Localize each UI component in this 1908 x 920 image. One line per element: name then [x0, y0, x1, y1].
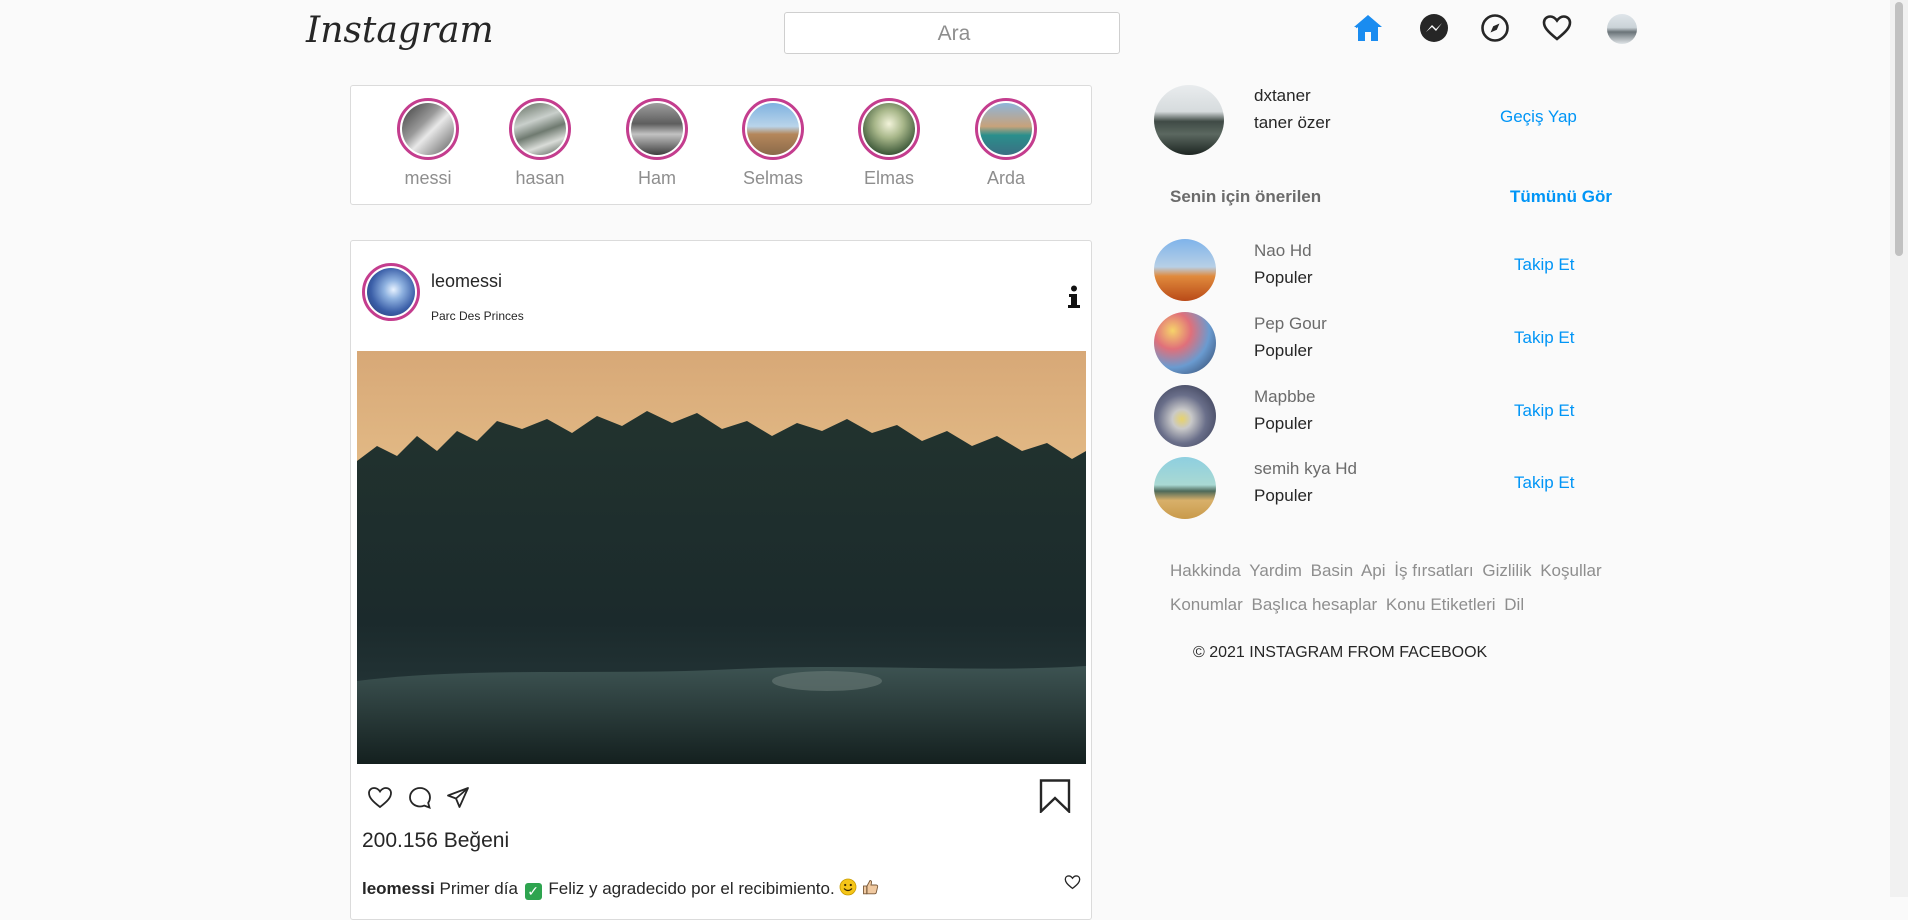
- explore-compass-icon[interactable]: [1479, 12, 1511, 44]
- footer-link-about[interactable]: Hakkinda: [1170, 561, 1241, 580]
- suggestion-subtitle: Populer: [1254, 341, 1313, 360]
- footer-link-privacy[interactable]: Gizlilik: [1482, 561, 1531, 580]
- follow-button[interactable]: Takip Et: [1514, 473, 1574, 493]
- footer-link-press[interactable]: Basin: [1311, 561, 1354, 580]
- suggestion-username[interactable]: semih kya Hd: [1254, 459, 1357, 479]
- footer-link-top-accounts[interactable]: Başlıca hesaplar: [1252, 595, 1378, 614]
- story-item[interactable]: Elmas: [849, 98, 929, 189]
- footer-links: Hakkinda Yardim Basin Api İş fırsatları …: [1170, 554, 1620, 622]
- suggestion-item: Pep Gour Populer Takip Et: [1154, 312, 1634, 376]
- story-name: Selmas: [742, 168, 804, 188]
- suggestion-username[interactable]: Mapbbe: [1254, 387, 1315, 407]
- story-item[interactable]: Arda: [966, 98, 1046, 189]
- footer-link-terms[interactable]: Koşullar: [1540, 561, 1601, 580]
- current-username[interactable]: dxtaner: [1254, 86, 1311, 106]
- story-name: messi: [404, 168, 452, 188]
- home-icon[interactable]: [1352, 12, 1384, 44]
- story-item[interactable]: hasan: [500, 98, 580, 189]
- story-avatar: [631, 103, 683, 155]
- footer-link-help[interactable]: Yardim: [1249, 561, 1302, 580]
- story-avatar: [747, 103, 799, 155]
- story-name: Ham: [637, 168, 676, 188]
- suggestions-title: Senin için önerilen: [1170, 187, 1322, 206]
- info-icon[interactable]: [1067, 285, 1081, 309]
- footer-link-api[interactable]: Api: [1361, 561, 1386, 580]
- post-image[interactable]: [357, 351, 1086, 764]
- suggestion-username[interactable]: Nao Hd: [1254, 241, 1312, 261]
- check-mark-icon: ✓: [524, 883, 542, 900]
- footer-link-language[interactable]: Dil: [1504, 595, 1524, 614]
- suggestion-avatar[interactable]: [1154, 385, 1216, 447]
- story-name: Arda: [986, 168, 1026, 188]
- suggestion-item: semih kya Hd Populer Takip Et: [1154, 457, 1634, 521]
- search-input[interactable]: [785, 13, 1123, 55]
- suggestion-item: Mapbbe Populer Takip Et: [1154, 385, 1634, 449]
- footer-link-locations[interactable]: Konumlar: [1170, 595, 1243, 614]
- share-send-icon[interactable]: [445, 785, 471, 811]
- story-avatar: [980, 103, 1032, 155]
- story-avatar: [402, 103, 454, 155]
- profile-avatar-icon[interactable]: [1607, 14, 1637, 44]
- activity-heart-icon[interactable]: [1541, 12, 1573, 44]
- top-navbar: Instagram: [0, 0, 1890, 66]
- like-heart-icon[interactable]: [367, 785, 393, 811]
- caption-text-2: Feliz y agradecido por el recibimiento.: [548, 879, 835, 898]
- current-user-avatar[interactable]: [1154, 85, 1224, 155]
- suggestion-item: Nao Hd Populer Takip Et: [1154, 239, 1634, 303]
- post-location[interactable]: Parc Des Princes: [431, 309, 524, 323]
- caption-like-heart-icon[interactable]: [1064, 874, 1081, 891]
- comment-bubble-icon[interactable]: [407, 785, 433, 811]
- post-author-avatar[interactable]: [362, 263, 420, 321]
- see-all-link[interactable]: Tümünü Gör: [1510, 187, 1612, 207]
- story-name: hasan: [515, 168, 565, 188]
- stories-tray: messi hasan Ham Selmas Elmas Arda: [350, 85, 1092, 205]
- suggestion-subtitle: Populer: [1254, 486, 1313, 505]
- messenger-icon[interactable]: [1418, 12, 1450, 44]
- follow-button[interactable]: Takip Et: [1514, 401, 1574, 421]
- suggestion-subtitle: Populer: [1254, 268, 1313, 287]
- suggestion-avatar[interactable]: [1154, 239, 1216, 301]
- story-item[interactable]: messi: [388, 98, 468, 189]
- caption-username[interactable]: leomessi: [362, 879, 435, 898]
- feed-post: leomessi Parc Des Princes 200.156 Beğeni…: [350, 240, 1092, 920]
- suggestion-username[interactable]: Pep Gour: [1254, 314, 1327, 334]
- likes-count: 200.156 Beğeni: [362, 829, 510, 852]
- copyright-text: © 2021 INSTAGRAM FROM FACEBOOK: [1193, 644, 1488, 661]
- thumbs-up-emoji-icon: [862, 878, 880, 901]
- follow-button[interactable]: Takip Et: [1514, 255, 1574, 275]
- story-item[interactable]: Selmas: [733, 98, 813, 189]
- search-box[interactable]: [784, 12, 1123, 55]
- suggestion-avatar[interactable]: [1154, 312, 1216, 374]
- caption-text-1: Primer día: [439, 879, 518, 898]
- post-caption: leomessi Primer día ✓ Feliz y agradecido…: [362, 878, 880, 901]
- follow-button[interactable]: Takip Et: [1514, 328, 1574, 348]
- save-bookmark-icon[interactable]: [1039, 779, 1071, 815]
- post-username[interactable]: leomessi: [431, 271, 502, 292]
- instagram-logo[interactable]: Instagram: [306, 10, 494, 51]
- smiley-emoji-icon: [839, 878, 857, 901]
- footer-link-jobs[interactable]: İş fırsatları: [1394, 561, 1473, 580]
- page-scrollbar[interactable]: [1890, 0, 1908, 897]
- footer-link-hashtags[interactable]: Konu Etiketleri: [1386, 595, 1496, 614]
- story-avatar: [514, 103, 566, 155]
- suggestion-subtitle: Populer: [1254, 414, 1313, 433]
- story-avatar: [863, 103, 915, 155]
- current-fullname: taner özer: [1254, 113, 1331, 132]
- scrollbar-thumb[interactable]: [1895, 2, 1903, 256]
- story-item[interactable]: Ham: [617, 98, 697, 189]
- story-name: Elmas: [863, 168, 914, 188]
- suggestion-avatar[interactable]: [1154, 457, 1216, 519]
- switch-account-link[interactable]: Geçiş Yap: [1500, 107, 1577, 127]
